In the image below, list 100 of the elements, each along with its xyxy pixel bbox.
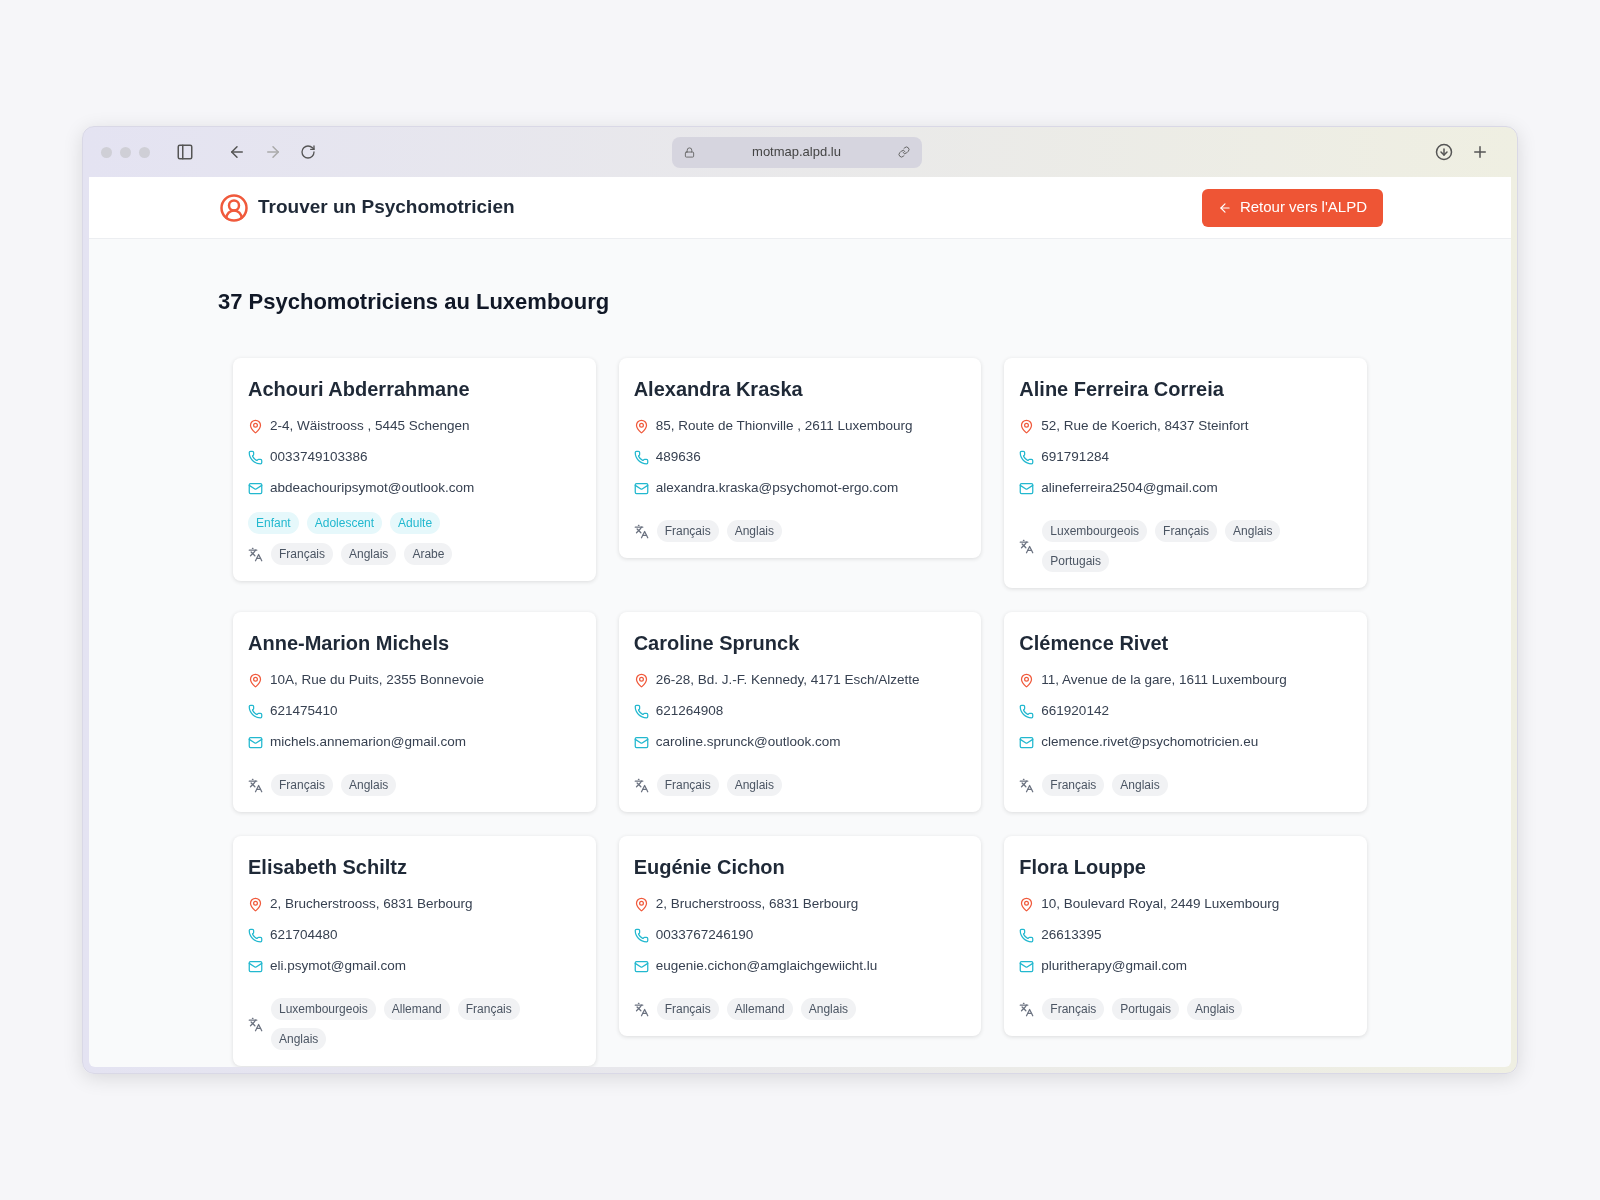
language-tag: Anglais (341, 774, 397, 796)
language-tag: Français (271, 774, 333, 796)
location-pin-icon (633, 896, 649, 912)
email-text: caroline.sprunck@outlook.com (655, 733, 841, 751)
age-group-tag: Adulte (390, 512, 441, 534)
language-tag: Français (1155, 520, 1218, 542)
age-group-tag: Adolescent (306, 512, 383, 534)
mail-icon (633, 480, 649, 496)
phone-icon (633, 449, 649, 465)
language-tag: Anglais (1112, 774, 1168, 796)
mail-icon (248, 480, 263, 496)
address-text: 26-28, Bd. J.-F. Kennedy, 4171 Esch/Alzette (655, 671, 920, 689)
card-name: Anne-Marion Michels (248, 631, 451, 656)
email-text: alineferreira2504@gmail.com (1041, 479, 1218, 497)
address-text: 10A, Rue du Puits, 2355 Bonnevoie (270, 671, 484, 689)
email-text: clemence.rivet@psychomotricien.eu (1041, 733, 1259, 751)
location-pin-icon (1019, 896, 1035, 912)
language-tag: Luxembourgeois (271, 998, 376, 1020)
new-tab-icon[interactable] (1471, 143, 1489, 161)
results-heading: 37 Psychomotriciens au Luxembourg (218, 288, 611, 316)
email-text: eugenie.cichon@amglaichgewiicht.lu (655, 957, 878, 975)
language-tag: Allemand (383, 998, 450, 1020)
mail-icon (1019, 734, 1035, 750)
mail-icon (633, 734, 649, 750)
card-name: Aline Ferreira Correia (1019, 377, 1225, 402)
card-name: Elisabeth Schiltz (248, 855, 408, 880)
arrow-left-icon (1217, 200, 1232, 215)
location-pin-icon (1019, 672, 1035, 688)
user-circle-icon (219, 192, 249, 223)
translate-icon (248, 1016, 263, 1032)
download-icon[interactable] (1435, 143, 1453, 161)
email-text: eli.psymot@gmail.com (270, 957, 406, 975)
back-to-alpd-button[interactable]: Retour vers l'ALPD (1201, 188, 1383, 227)
language-tag: Français (1042, 774, 1105, 796)
address-bar[interactable]: motmap.alpd.lu (672, 136, 922, 168)
language-tag: Anglais (341, 543, 397, 565)
language-tag: Anglais (726, 520, 783, 542)
phone-text: 26613395 (1041, 926, 1102, 944)
phone-icon (633, 927, 649, 943)
back-icon[interactable] (228, 143, 246, 161)
language-tag: Anglais (271, 1028, 327, 1050)
language-tag: Portugais (1112, 998, 1180, 1020)
translate-icon (248, 546, 263, 562)
url-text: motmap.alpd.lu (751, 143, 842, 162)
phone-text: 621475410 (270, 702, 338, 720)
language-tag: Anglais (800, 998, 857, 1020)
language-tag: Anglais (1225, 520, 1281, 542)
site-title: Trouver un Psychomotricien (258, 195, 515, 220)
language-tag: Français (656, 998, 719, 1020)
language-tag: Français (457, 998, 520, 1020)
location-pin-icon (248, 672, 263, 688)
sidebar-icon[interactable] (176, 143, 194, 161)
address-text: 85, Route de Thionville , 2611 Luxembourg (655, 417, 913, 435)
email-text: pluritherapy@gmail.com (1041, 957, 1188, 975)
language-tag: Français (656, 520, 719, 542)
forward-icon[interactable] (264, 143, 282, 161)
address-text: 52, Rue de Koerich, 8437 Steinfort (1041, 417, 1249, 435)
translate-icon (633, 523, 649, 539)
mail-icon (1019, 958, 1035, 974)
phone-icon (248, 449, 263, 465)
email-text: alexandra.kraska@psychomot-ergo.com (655, 479, 899, 497)
phone-text: 621704480 (270, 926, 338, 944)
card-name: Alexandra Kraska (633, 377, 804, 402)
address-text: 2, Brucherstrooss, 6831 Berbourg (655, 895, 859, 913)
location-pin-icon (1019, 418, 1035, 434)
mail-icon (1019, 480, 1035, 496)
translate-icon (633, 777, 649, 793)
language-tag: Français (1042, 998, 1105, 1020)
card-name: Eugénie Cichon (633, 855, 786, 880)
card-name: Caroline Sprunck (633, 631, 801, 656)
address-text: 2-4, Wäistrooss , 5445 Schengen (270, 417, 470, 435)
translate-icon (248, 777, 263, 793)
address-text: 11, Avenue de la gare, 1611 Luxembourg (1041, 671, 1287, 689)
phone-icon (1019, 703, 1035, 719)
lock-icon (684, 146, 695, 158)
language-tag: Français (271, 543, 333, 565)
language-tag: Anglais (1187, 998, 1243, 1020)
language-tag: Luxembourgeois (1042, 520, 1148, 542)
email-text: abdeachouripsymot@outlook.com (270, 479, 475, 497)
mail-icon (633, 958, 649, 974)
phone-icon (1019, 449, 1035, 465)
language-tag: Allemand (726, 998, 793, 1020)
translate-icon (1019, 777, 1035, 793)
phone-text: 661920142 (1041, 702, 1109, 720)
translate-icon (1019, 538, 1035, 554)
card-name: Flora Louppe (1019, 855, 1147, 880)
phone-text: 691791284 (1041, 448, 1109, 466)
phone-text: 621264908 (655, 702, 724, 720)
translate-icon (633, 1001, 649, 1017)
language-tag: Anglais (726, 774, 783, 796)
phone-icon (248, 927, 263, 943)
link-icon (898, 146, 910, 158)
phone-icon (1019, 927, 1035, 943)
age-group-tag: Enfant (248, 512, 299, 534)
card-name: Achouri Abderrahmane (248, 377, 471, 402)
phone-icon (248, 703, 263, 719)
location-pin-icon (248, 896, 263, 912)
reload-icon[interactable] (300, 144, 316, 160)
address-text: 10, Boulevard Royal, 2449 Luxembourg (1041, 895, 1280, 913)
phone-text: 0033749103386 (270, 448, 368, 466)
